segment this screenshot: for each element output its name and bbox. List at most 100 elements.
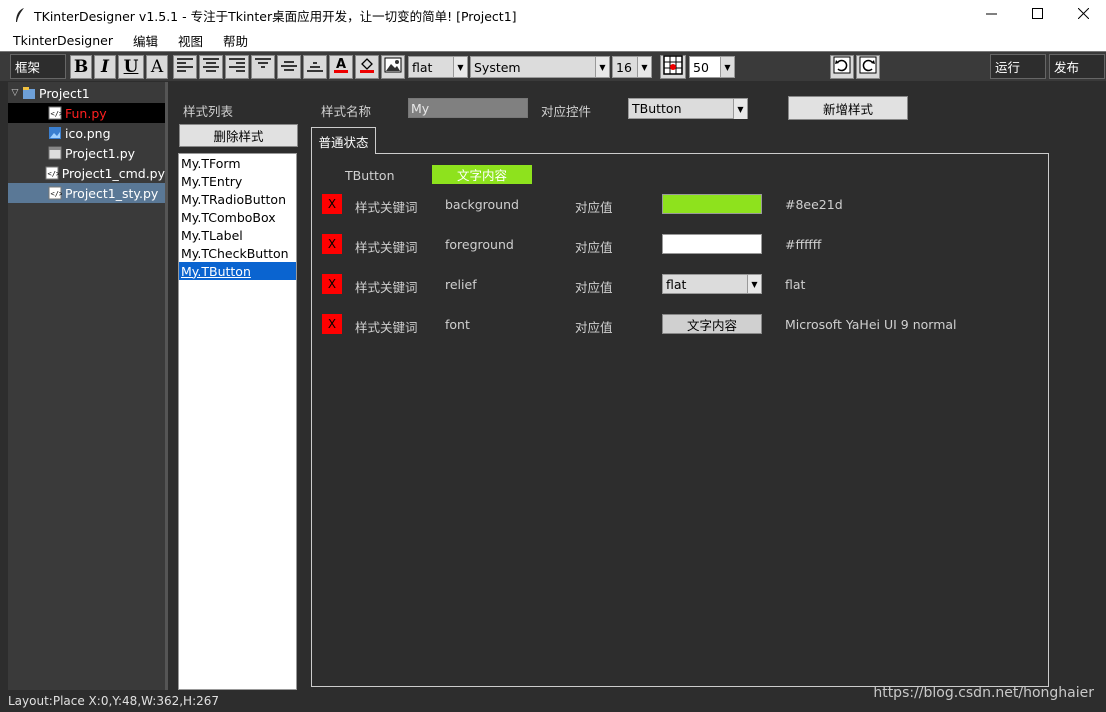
splitter[interactable]: [165, 82, 168, 690]
menu-view[interactable]: 视图: [171, 31, 210, 50]
keyword-value: relief: [445, 277, 477, 292]
underline-button[interactable]: U: [118, 55, 144, 79]
align-right-button[interactable]: [225, 55, 249, 79]
run-button[interactable]: 运行: [990, 54, 1046, 79]
zoom-spinbox[interactable]: 50 ▼: [689, 56, 735, 78]
title-bar: TKinterDesigner v1.5.1 - 专注于Tkinter桌面应用开…: [0, 0, 1106, 30]
text-color-icon: A: [332, 56, 350, 79]
align-bottom-icon: [306, 57, 324, 78]
python-file-icon: </>: [48, 186, 62, 200]
tree-file-ico[interactable]: ico.png: [8, 123, 165, 143]
value-label: 对应值: [575, 280, 613, 295]
feather-icon: [12, 7, 28, 23]
tree-file-project1[interactable]: Project1.py: [8, 143, 165, 163]
value-text: flat: [785, 277, 806, 292]
keyword-value: background: [445, 197, 519, 212]
minimize-icon: [985, 8, 997, 22]
tab-normal-state[interactable]: 普通状态: [311, 127, 376, 154]
value-label: 对应值: [575, 200, 613, 215]
color-swatch[interactable]: [662, 194, 762, 214]
font-family-select[interactable]: System ▼: [470, 56, 610, 78]
fill-color-button[interactable]: [355, 55, 379, 79]
maximize-button[interactable]: [1014, 0, 1060, 30]
style-listbox[interactable]: My.TForm My.TEntry My.TRadioButton My.TC…: [178, 153, 297, 690]
font-button[interactable]: A: [146, 55, 168, 79]
align-top-icon: [254, 57, 272, 78]
font-picker-button[interactable]: 文字内容: [662, 314, 762, 334]
image-button[interactable]: [381, 55, 405, 79]
value-text: #ffffff: [785, 237, 822, 252]
style-name-label: 样式名称: [321, 104, 372, 119]
list-item[interactable]: My.TLabel: [179, 226, 296, 244]
relief-value-select[interactable]: flat ▼: [662, 274, 762, 294]
python-file-icon: </>: [45, 166, 59, 180]
keyword-label: 样式关键词: [355, 240, 418, 255]
project-tree[interactable]: ▽ Project1 </> Fun.py ico.png Project1.p…: [8, 82, 165, 690]
tree-file-project1-cmd[interactable]: </> Project1_cmd.py: [8, 163, 165, 183]
tree-root[interactable]: ▽ Project1: [8, 83, 165, 103]
menu-tkinterdesigner[interactable]: TkinterDesigner: [6, 33, 120, 48]
minimize-button[interactable]: [968, 0, 1014, 30]
expand-triangle-icon[interactable]: ▽: [8, 88, 22, 98]
tree-file-label: Fun.py: [65, 105, 107, 121]
menu-help[interactable]: 帮助: [216, 31, 255, 50]
relief-select[interactable]: flat ▼: [408, 56, 468, 78]
maximize-icon: [1031, 8, 1043, 22]
text-color-button[interactable]: A: [329, 55, 353, 79]
style-name-input[interactable]: My: [408, 98, 528, 118]
chevron-down-icon: ▼: [747, 275, 761, 293]
style-list-label: 样式列表: [183, 104, 234, 119]
zoom-value: 50: [693, 59, 709, 75]
align-left-button[interactable]: [173, 55, 197, 79]
color-swatch[interactable]: [662, 234, 762, 254]
list-item[interactable]: My.TEntry: [179, 172, 296, 190]
list-item-selected[interactable]: My.TButton: [179, 262, 296, 280]
align-right-icon: [228, 57, 246, 78]
align-center-button[interactable]: [199, 55, 223, 79]
tree-file-project1-sty[interactable]: </> Project1_sty.py: [8, 183, 165, 203]
font-family-value: System: [474, 59, 521, 75]
add-style-button[interactable]: 新增样式: [788, 96, 908, 120]
align-bottom-button[interactable]: [303, 55, 327, 79]
delete-row-button[interactable]: X: [322, 194, 342, 214]
preview-button[interactable]: 文字内容: [432, 165, 532, 184]
svg-text:</>: </>: [47, 170, 59, 178]
delete-style-button[interactable]: 删除样式: [179, 124, 298, 147]
font-size-select[interactable]: 16 ▼: [612, 56, 652, 78]
list-item[interactable]: My.TComboBox: [179, 208, 296, 226]
close-button[interactable]: [1060, 0, 1106, 30]
redo-button[interactable]: [856, 55, 880, 79]
delete-row-button[interactable]: X: [322, 314, 342, 334]
publish-button[interactable]: 发布: [1049, 54, 1105, 79]
widget-label: 对应控件: [541, 104, 592, 119]
undo-button[interactable]: [830, 55, 854, 79]
delete-row-button[interactable]: X: [322, 274, 342, 294]
list-item[interactable]: My.TCheckButton: [179, 244, 296, 262]
list-item[interactable]: My.TForm: [179, 154, 296, 172]
frame-button[interactable]: 框架: [10, 54, 66, 79]
close-icon: [1077, 7, 1089, 22]
image-file-icon: [48, 126, 62, 140]
toolbar: 框架 B I U A A flat ▼ System ▼ 16 ▼ 50 ▼ 运…: [0, 51, 1106, 81]
window-title: TKinterDesigner v1.5.1 - 专注于Tkinter桌面应用开…: [34, 8, 517, 24]
align-top-button[interactable]: [251, 55, 275, 79]
list-item[interactable]: My.TRadioButton: [179, 190, 296, 208]
delete-row-button[interactable]: X: [322, 234, 342, 254]
tree-file-fun[interactable]: </> Fun.py: [8, 103, 165, 123]
widget-select[interactable]: TButton ▼: [628, 98, 748, 119]
widget-select-value: TButton: [632, 101, 682, 116]
bold-button[interactable]: B: [70, 55, 92, 79]
grid-icon: [663, 54, 683, 80]
paint-bucket-icon: [358, 56, 376, 79]
chevron-down-icon: ▼: [720, 57, 734, 77]
redo-icon: [859, 56, 877, 79]
grid-button[interactable]: [660, 54, 686, 80]
project-file-icon: [48, 146, 62, 160]
svg-text:</>: </>: [51, 190, 63, 198]
align-left-icon: [176, 57, 194, 78]
align-middle-button[interactable]: [277, 55, 301, 79]
italic-button[interactable]: I: [94, 55, 116, 79]
image-icon: [384, 57, 402, 78]
value-label: 对应值: [575, 320, 613, 335]
menu-edit[interactable]: 编辑: [126, 31, 165, 50]
